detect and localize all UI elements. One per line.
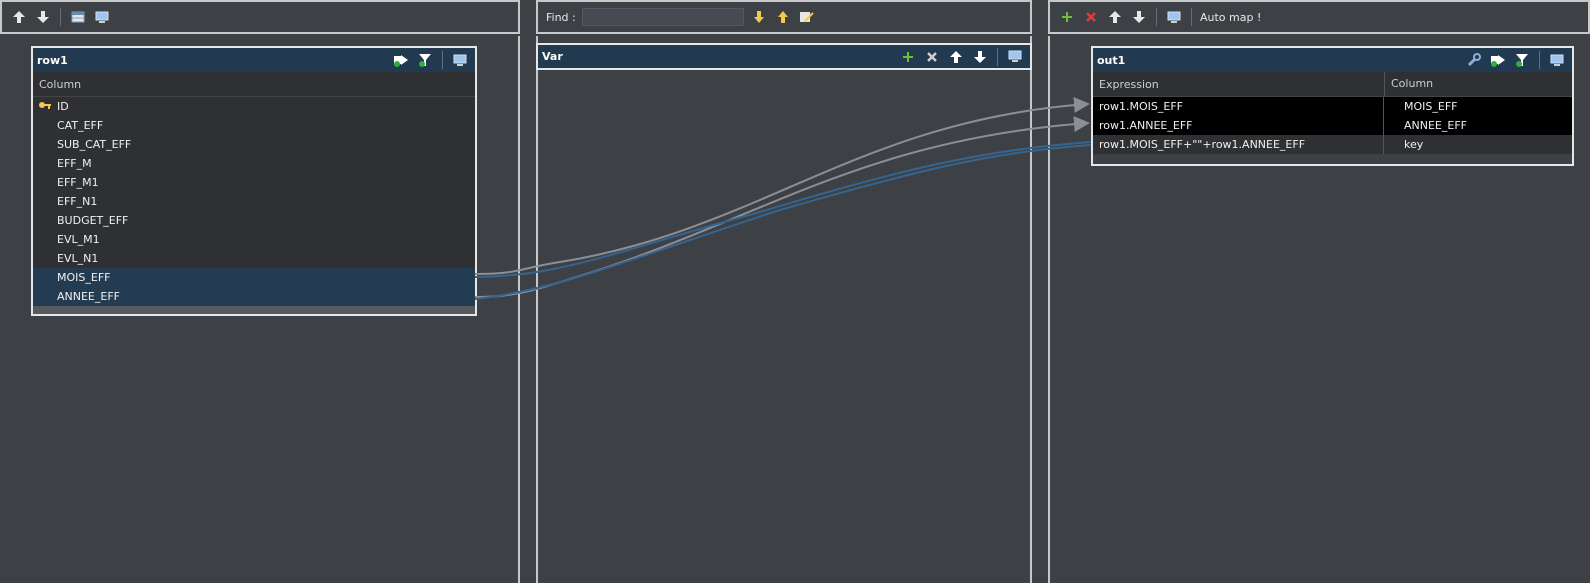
arrow-down-icon[interactable] — [34, 8, 52, 26]
arrow-up-icon[interactable] — [947, 48, 965, 66]
column-name: CAT_EFF — [57, 119, 104, 132]
arrow-up-icon[interactable] — [10, 8, 28, 26]
arrow-up-yellow-icon[interactable] — [774, 8, 792, 26]
table-row[interactable]: ID — [33, 97, 475, 116]
table-row[interactable]: BUDGET_EFF — [33, 211, 475, 230]
output-column-cell[interactable]: key — [1384, 135, 1572, 154]
toolbar-separator — [1191, 8, 1192, 26]
monitor-icon[interactable] — [1165, 8, 1183, 26]
arrow-down-icon[interactable] — [1130, 8, 1148, 26]
table-row[interactable]: ANNEE_EFF — [33, 287, 475, 306]
output-toolbar: Auto map ! — [1048, 0, 1590, 34]
var-panel — [536, 36, 1032, 583]
column-header-label: Column — [1384, 72, 1433, 96]
toolbar-separator — [60, 8, 61, 26]
row1-column-header: Column — [33, 72, 475, 97]
row1-title: row1 — [37, 53, 68, 67]
row1-rows: ID CAT_EFF SUB_CAT_EFF EFF_M EFF_M1 EFF_N1 BUD… — [33, 97, 475, 306]
arrow-down-yellow-icon[interactable] — [750, 8, 768, 26]
column-name: EVL_N1 — [57, 252, 99, 265]
row1-table: row1 Column ID CAT_EFF SUB_CAT_EFF EFF_M EFF… — [31, 46, 477, 316]
column-name: ANNEE_EFF — [57, 290, 120, 303]
output-column-cell[interactable]: ANNEE_EFF — [1384, 116, 1572, 135]
remove-icon[interactable] — [923, 48, 941, 66]
monitor-icon[interactable] — [1548, 51, 1566, 69]
automap-button[interactable]: Auto map ! — [1200, 11, 1261, 24]
out1-column-header: Expression Column — [1093, 72, 1572, 97]
monitor-icon[interactable] — [451, 51, 469, 69]
var-title: Var — [542, 50, 563, 63]
column-name: BUDGET_EFF — [57, 214, 129, 227]
find-label: Find : — [546, 10, 576, 24]
var-table: Var — [536, 43, 1032, 70]
key-icon — [33, 101, 57, 113]
out1-header: out1 — [1093, 48, 1572, 72]
horizontal-scrollbar[interactable] — [33, 306, 475, 314]
arrow-right-icon[interactable] — [392, 51, 410, 69]
column-name: MOIS_EFF — [57, 271, 111, 284]
column-header-label: Column — [39, 77, 82, 91]
output-column-cell[interactable]: MOIS_EFF — [1384, 97, 1572, 116]
input-toolbar — [0, 0, 520, 34]
table-row[interactable]: EFF_M — [33, 154, 475, 173]
table-row[interactable]: EVL_M1 — [33, 230, 475, 249]
mapper-window: Find : Auto map ! row1 Column ID CAT_EFF… — [0, 0, 1590, 583]
expression-cell[interactable]: row1.ANNEE_EFF — [1093, 116, 1383, 135]
column-name: EFF_M1 — [57, 176, 99, 189]
add-icon[interactable] — [899, 48, 917, 66]
out1-table: out1 Expression Column row1.MOIS_EFF row… — [1091, 46, 1574, 166]
search-edit-icon[interactable] — [798, 8, 816, 26]
toolbar-separator — [1156, 8, 1157, 26]
row1-header: row1 — [33, 48, 475, 72]
column-name: EFF_M — [57, 157, 92, 170]
find-input[interactable] — [581, 8, 744, 26]
column-name: ID — [57, 100, 69, 113]
out1-title: out1 — [1097, 53, 1126, 67]
arrow-up-icon[interactable] — [1106, 8, 1124, 26]
table-row[interactable]: CAT_EFF — [33, 116, 475, 135]
expression-cell[interactable]: row1.MOIS_EFF+""+row1.ANNEE_EFF — [1093, 135, 1383, 154]
filter-icon[interactable] — [1513, 51, 1531, 69]
arrow-down-icon[interactable] — [971, 48, 989, 66]
header-separator — [1539, 51, 1540, 69]
table-row[interactable]: SUB_CAT_EFF — [33, 135, 475, 154]
table-row[interactable]: MOIS_EFF — [33, 268, 475, 287]
monitor-icon[interactable] — [1006, 48, 1024, 66]
column-name: SUB_CAT_EFF — [57, 138, 132, 151]
table-row[interactable]: EVL_N1 — [33, 249, 475, 268]
out1-rows: row1.MOIS_EFF row1.ANNEE_EFF row1.MOIS_EFF… — [1093, 97, 1572, 154]
table-row[interactable]: EFF_N1 — [33, 192, 475, 211]
add-icon[interactable] — [1058, 8, 1076, 26]
expression-header-label: Expression — [1099, 77, 1159, 91]
column-name: EVL_M1 — [57, 233, 100, 246]
header-separator — [442, 51, 443, 69]
expression-cell[interactable]: row1.MOIS_EFF — [1093, 97, 1383, 116]
delete-icon[interactable] — [1082, 8, 1100, 26]
column-name: EFF_N1 — [57, 195, 98, 208]
monitor-icon[interactable] — [93, 8, 111, 26]
var-header: Var — [538, 45, 1030, 68]
table-row[interactable]: EFF_M1 — [33, 173, 475, 192]
filter-icon[interactable] — [416, 51, 434, 69]
expression-column: row1.MOIS_EFF row1.ANNEE_EFF row1.MOIS_EFF… — [1093, 97, 1384, 154]
wrench-icon[interactable] — [1465, 51, 1483, 69]
table-icon[interactable] — [69, 8, 87, 26]
header-separator — [997, 47, 998, 66]
arrow-right-icon[interactable] — [1489, 51, 1507, 69]
output-column: MOIS_EFF ANNEE_EFF key — [1384, 97, 1572, 154]
var-toolbar: Find : — [536, 0, 1032, 34]
